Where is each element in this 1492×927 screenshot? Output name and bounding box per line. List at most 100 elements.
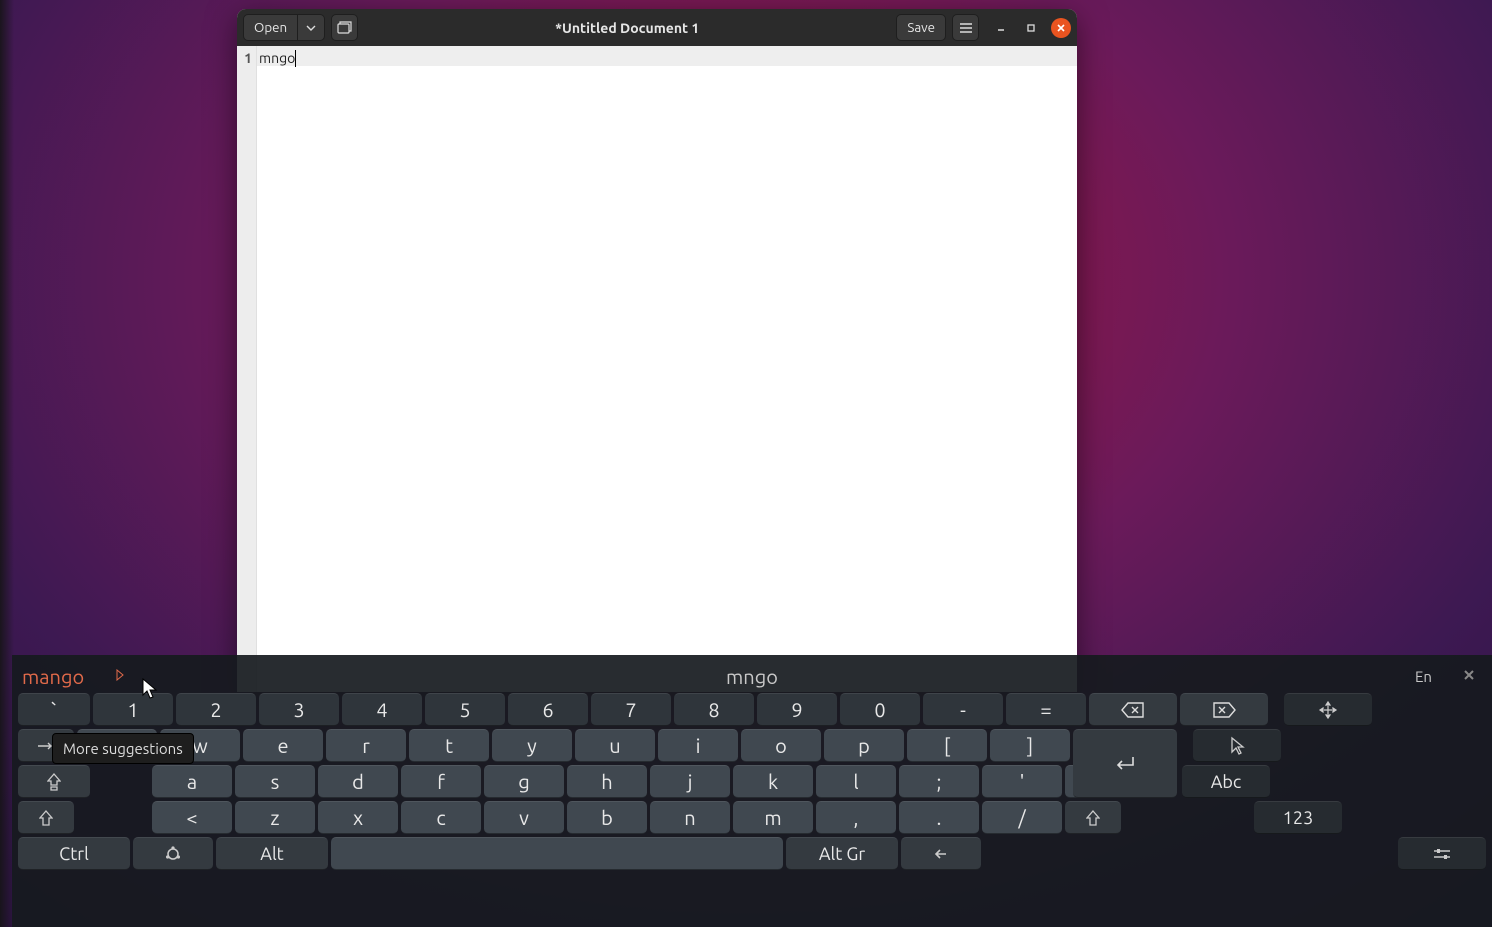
key-k[interactable]: k: [733, 765, 813, 798]
key-ctrl[interactable]: Ctrl: [18, 837, 130, 870]
key-v[interactable]: v: [484, 801, 564, 834]
key-b[interactable]: b: [567, 801, 647, 834]
settings-sliders-icon: [1432, 847, 1452, 861]
key-delete[interactable]: [1180, 693, 1268, 726]
key-0[interactable]: 0: [840, 693, 920, 726]
key-rightbracket[interactable]: ]: [990, 729, 1070, 762]
ubuntu-logo-icon: [164, 845, 182, 863]
close-icon: [1056, 23, 1066, 33]
key-altgr[interactable]: Alt Gr: [786, 837, 898, 870]
key-semicolon[interactable]: ;: [899, 765, 979, 798]
key-6[interactable]: 6: [508, 693, 588, 726]
hamburger-menu-button[interactable]: [952, 14, 979, 41]
key-j[interactable]: j: [650, 765, 730, 798]
key-left[interactable]: [901, 837, 981, 870]
key-h[interactable]: h: [567, 765, 647, 798]
key-e[interactable]: e: [243, 729, 323, 762]
key-t[interactable]: t: [409, 729, 489, 762]
key-slash[interactable]: /: [982, 801, 1062, 834]
delete-forward-icon: [1212, 702, 1236, 718]
new-tab-button[interactable]: [331, 14, 358, 41]
maximize-button[interactable]: [1021, 18, 1041, 38]
close-button[interactable]: [1051, 18, 1071, 38]
text-cursor: [295, 50, 296, 67]
key-a[interactable]: a: [152, 765, 232, 798]
text-area[interactable]: mngo: [257, 46, 1077, 692]
minimize-button[interactable]: [991, 18, 1011, 38]
cursor-icon: [1229, 736, 1245, 756]
key-l[interactable]: l: [816, 765, 896, 798]
key-backtick[interactable]: `: [18, 693, 90, 726]
key-u[interactable]: u: [575, 729, 655, 762]
key-shift-right[interactable]: [1065, 801, 1121, 834]
editor-area[interactable]: 1 mngo: [237, 46, 1077, 692]
key-y[interactable]: y: [492, 729, 572, 762]
key-comma[interactable]: ,: [816, 801, 896, 834]
key-7[interactable]: 7: [591, 693, 671, 726]
line-number-gutter: 1: [237, 46, 257, 692]
key-rows: ` 1 2 3 4 5 6 7 8 9 0 - =: [18, 693, 1486, 927]
key-layout-123[interactable]: 123: [1254, 801, 1342, 834]
key-layout-abc[interactable]: Abc: [1182, 765, 1270, 798]
shift-icon: [39, 810, 53, 826]
key-lessthan[interactable]: <: [152, 801, 232, 834]
key-i[interactable]: i: [658, 729, 738, 762]
enter-icon: [1113, 755, 1137, 773]
key-4[interactable]: 4: [342, 693, 422, 726]
key-quote[interactable]: ': [982, 765, 1062, 798]
save-button[interactable]: Save: [896, 14, 946, 41]
key-alt[interactable]: Alt: [216, 837, 328, 870]
key-3[interactable]: 3: [259, 693, 339, 726]
key-equals[interactable]: =: [1006, 693, 1086, 726]
shift-icon: [1086, 810, 1100, 826]
open-recent-dropdown[interactable]: [298, 14, 325, 41]
key-move[interactable]: [1284, 693, 1372, 726]
suggestion-word[interactable]: mango: [22, 665, 84, 688]
capslock-icon: [47, 773, 61, 791]
more-suggestions-button[interactable]: [116, 669, 124, 684]
arrow-left-icon: [934, 847, 948, 861]
key-super[interactable]: [133, 837, 213, 870]
key-5[interactable]: 5: [425, 693, 505, 726]
key-minus[interactable]: -: [923, 693, 1003, 726]
hide-keyboard-button[interactable]: [1456, 666, 1482, 686]
key-n[interactable]: n: [650, 801, 730, 834]
key-period[interactable]: .: [899, 801, 979, 834]
current-word: mngo: [18, 665, 1486, 688]
key-1[interactable]: 1: [93, 693, 173, 726]
key-m[interactable]: m: [733, 801, 813, 834]
hamburger-icon: [959, 22, 973, 34]
tooltip: More suggestions: [52, 733, 194, 764]
key-o[interactable]: o: [741, 729, 821, 762]
key-space[interactable]: [331, 837, 783, 870]
document-text: mngo: [259, 50, 295, 66]
key-z[interactable]: z: [235, 801, 315, 834]
key-shift-left[interactable]: [18, 801, 74, 834]
line-number: 1: [237, 50, 252, 66]
key-8[interactable]: 8: [674, 693, 754, 726]
key-s[interactable]: s: [235, 765, 315, 798]
key-leftbracket[interactable]: [: [907, 729, 987, 762]
key-x[interactable]: x: [318, 801, 398, 834]
key-click[interactable]: [1193, 729, 1281, 762]
key-c[interactable]: c: [401, 801, 481, 834]
suggestion-bar: mango mngo En: [18, 661, 1486, 693]
window-controls: [985, 18, 1071, 38]
key-f[interactable]: f: [401, 765, 481, 798]
key-enter[interactable]: [1073, 729, 1177, 798]
key-g[interactable]: g: [484, 765, 564, 798]
key-settings[interactable]: [1398, 837, 1486, 870]
key-backspace[interactable]: [1089, 693, 1177, 726]
open-button[interactable]: Open: [243, 14, 298, 41]
onscreen-keyboard: mango mngo En More suggestions ` 1 2 3 4…: [12, 655, 1492, 927]
key-capslock[interactable]: [18, 765, 90, 798]
backspace-icon: [1121, 702, 1145, 718]
language-indicator[interactable]: En: [1415, 668, 1432, 685]
key-r[interactable]: r: [326, 729, 406, 762]
key-d[interactable]: d: [318, 765, 398, 798]
headerbar: Open *Untitled Document 1 Save: [237, 9, 1077, 46]
key-9[interactable]: 9: [757, 693, 837, 726]
triangle-right-icon: [116, 669, 124, 681]
key-p[interactable]: p: [824, 729, 904, 762]
key-2[interactable]: 2: [176, 693, 256, 726]
